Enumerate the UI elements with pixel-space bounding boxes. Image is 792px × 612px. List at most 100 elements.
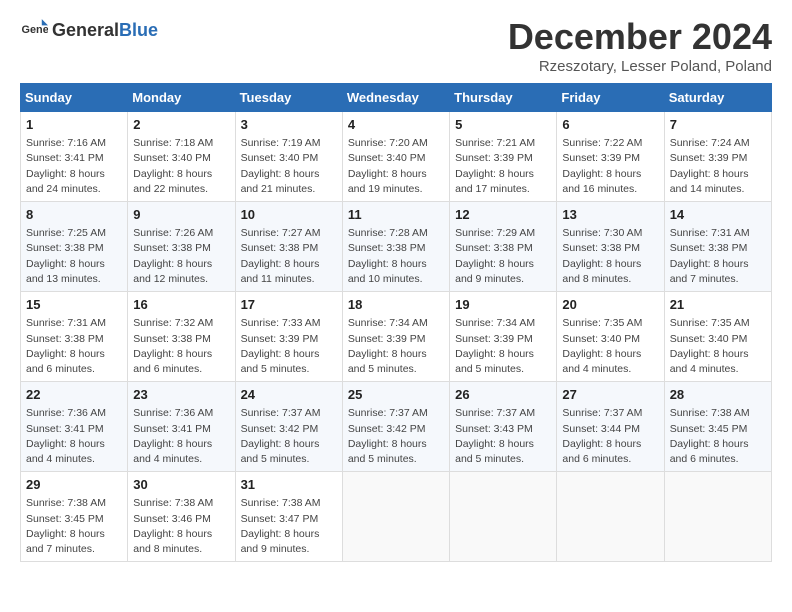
daylight-text: Daylight: 8 hours and 6 minutes. [26,348,105,375]
header-sunday: Sunday [21,84,128,112]
daylight-text: Daylight: 8 hours and 4 minutes. [670,348,749,375]
calendar-cell: 8Sunrise: 7:25 AMSunset: 3:38 PMDaylight… [21,202,128,292]
sunset-text: Sunset: 3:45 PM [670,423,748,435]
sunrise-text: Sunrise: 7:34 AM [348,317,428,329]
week-row-4: 22Sunrise: 7:36 AMSunset: 3:41 PMDayligh… [21,382,772,472]
sunset-text: Sunset: 3:40 PM [562,333,640,345]
daylight-text: Daylight: 8 hours and 7 minutes. [26,528,105,555]
calendar-cell: 26Sunrise: 7:37 AMSunset: 3:43 PMDayligh… [450,382,557,472]
day-number: 12 [455,206,551,224]
sunrise-text: Sunrise: 7:22 AM [562,137,642,149]
calendar-cell: 10Sunrise: 7:27 AMSunset: 3:38 PMDayligh… [235,202,342,292]
calendar-cell: 13Sunrise: 7:30 AMSunset: 3:38 PMDayligh… [557,202,664,292]
calendar-cell: 24 Sunrise: 7:37 AMSunset: 3:42 PMDayligh… [235,382,342,472]
sunset-text: Sunset: 3:39 PM [241,333,319,345]
week-row-1: 1 Sunrise: 7:16 AMSunset: 3:41 PMDaylight… [21,112,772,202]
day-number: 23 [133,386,229,404]
calendar-cell [342,472,449,562]
sunrise-text: Sunrise: 7:36 AM [26,407,106,419]
calendar-cell [664,472,771,562]
calendar-cell: 16Sunrise: 7:32 AMSunset: 3:38 PMDayligh… [128,292,235,382]
daylight-text: Daylight: 8 hours and 10 minutes. [348,258,427,285]
sunset-text: Sunset: 3:38 PM [133,242,211,254]
day-number: 24 [241,386,337,404]
day-info: Sunrise: 7:37 AMSunset: 3:43 PMDaylight:… [455,406,551,467]
sunset-text: Sunset: 3:40 PM [348,152,426,164]
logo-general: General [52,20,119,40]
logo-icon: General [20,16,48,44]
daylight-text: Daylight: 8 hours and 17 minutes. [455,168,534,195]
daylight-text: Daylight: 8 hours and 24 minutes. [26,168,105,195]
day-info: Sunrise: 7:28 AMSunset: 3:38 PMDaylight:… [348,226,444,287]
sunrise-text: Sunrise: 7:38 AM [26,497,106,509]
daylight-text: Daylight: 8 hours and 8 minutes. [562,258,641,285]
daylight-text: Daylight: 8 hours and 12 minutes. [133,258,212,285]
sunrise-text: Sunrise: 7:36 AM [133,407,213,419]
sunrise-text: Sunrise: 7:24 AM [670,137,750,149]
daylight-text: Daylight: 8 hours and 5 minutes. [455,438,534,465]
calendar-cell: 2Sunrise: 7:18 AMSunset: 3:40 PMDaylight… [128,112,235,202]
daylight-text: Daylight: 8 hours and 4 minutes. [26,438,105,465]
sunset-text: Sunset: 3:38 PM [133,333,211,345]
sunset-text: Sunset: 3:38 PM [348,242,426,254]
sunset-text: Sunset: 3:38 PM [26,242,104,254]
day-number: 9 [133,206,229,224]
header-wednesday: Wednesday [342,84,449,112]
calendar-cell: 1 Sunrise: 7:16 AMSunset: 3:41 PMDaylight… [21,112,128,202]
day-info: Sunrise: 7:16 AMSunset: 3:41 PMDaylight:… [26,136,122,197]
header-row: SundayMondayTuesdayWednesdayThursdayFrid… [21,84,772,112]
daylight-text: Daylight: 8 hours and 6 minutes. [670,438,749,465]
sunset-text: Sunset: 3:39 PM [670,152,748,164]
calendar-cell: 25Sunrise: 7:37 AMSunset: 3:42 PMDayligh… [342,382,449,472]
week-row-2: 8 Sunrise: 7:25 AM Sunset: 3:38 PM Daylight… [21,202,772,292]
day-number: 16 [133,296,229,314]
sunset-text: Sunset: 3:42 PM [241,423,319,435]
sunrise-text: Sunrise: 7:33 AM [241,317,321,329]
daylight-text: Daylight: 8 hours and 5 minutes. [241,438,320,465]
day-info: Sunrise: 7:24 AMSunset: 3:39 PMDaylight:… [670,136,766,197]
daylight-text: Daylight: 8 hours and 16 minutes. [562,168,641,195]
sunset-text: Sunset: 3:42 PM [348,423,426,435]
sunset-text: Sunset: 3:38 PM [241,242,319,254]
sunrise-text: Sunrise: 7:25 AM [26,227,106,239]
day-number: 8 [26,206,122,224]
day-number: 1 [26,116,122,134]
sunrise-text: Sunrise: 7:21 AM [455,137,535,149]
calendar-cell: 15Sunrise: 7:31 AMSunset: 3:38 PMDayligh… [21,292,128,382]
calendar-cell: 18Sunrise: 7:34 AMSunset: 3:39 PMDayligh… [342,292,449,382]
sunrise-text: Sunrise: 7:26 AM [133,227,213,239]
month-title: December 2024 [508,16,772,58]
day-info: Sunrise: 7:37 AMSunset: 3:42 PMDaylight:… [241,406,337,467]
sunset-text: Sunset: 3:40 PM [241,152,319,164]
week-row-5: 29Sunrise: 7:38 AMSunset: 3:45 PMDayligh… [21,472,772,562]
calendar-cell: 17Sunrise: 7:33 AMSunset: 3:39 PMDayligh… [235,292,342,382]
calendar-cell: 3Sunrise: 7:19 AMSunset: 3:40 PMDaylight… [235,112,342,202]
calendar-cell: 30Sunrise: 7:38 AMSunset: 3:46 PMDayligh… [128,472,235,562]
calendar-cell: 7Sunrise: 7:24 AMSunset: 3:39 PMDaylight… [664,112,771,202]
header-thursday: Thursday [450,84,557,112]
sunrise-text: Sunrise: 7:19 AM [241,137,321,149]
day-number: 10 [241,206,337,224]
calendar-cell: 14Sunrise: 7:31 AMSunset: 3:38 PMDayligh… [664,202,771,292]
calendar-cell: 11Sunrise: 7:28 AMSunset: 3:38 PMDayligh… [342,202,449,292]
day-info: Sunrise: 7:22 AMSunset: 3:39 PMDaylight:… [562,136,658,197]
location-subtitle: Rzeszotary, Lesser Poland, Poland [508,58,772,75]
calendar-cell [450,472,557,562]
sunrise-text: Sunrise: 7:37 AM [455,407,535,419]
calendar-cell: 4Sunrise: 7:20 AMSunset: 3:40 PMDaylight… [342,112,449,202]
calendar-cell: 9 Sunrise: 7:26 AM Sunset: 3:38 PM Daylight… [128,202,235,292]
day-number: 7 [670,116,766,134]
sunset-text: Sunset: 3:39 PM [455,333,533,345]
sunrise-text: Sunrise: 7:27 AM [241,227,321,239]
daylight-text: Daylight: 8 hours and 5 minutes. [241,348,320,375]
daylight-text: Daylight: 8 hours and 5 minutes. [455,348,534,375]
day-info: Sunrise: 7:36 AMSunset: 3:41 PMDaylight:… [133,406,229,467]
day-number: 6 [562,116,658,134]
daylight-text: Daylight: 8 hours and 22 minutes. [133,168,212,195]
day-info: Sunrise: 7:37 AMSunset: 3:44 PMDaylight:… [562,406,658,467]
sunrise-text: Sunrise: 7:31 AM [670,227,750,239]
calendar-cell [557,472,664,562]
sunset-text: Sunset: 3:38 PM [26,333,104,345]
day-info: Sunrise: 7:34 AMSunset: 3:39 PMDaylight:… [455,316,551,377]
daylight-text: Daylight: 8 hours and 7 minutes. [670,258,749,285]
